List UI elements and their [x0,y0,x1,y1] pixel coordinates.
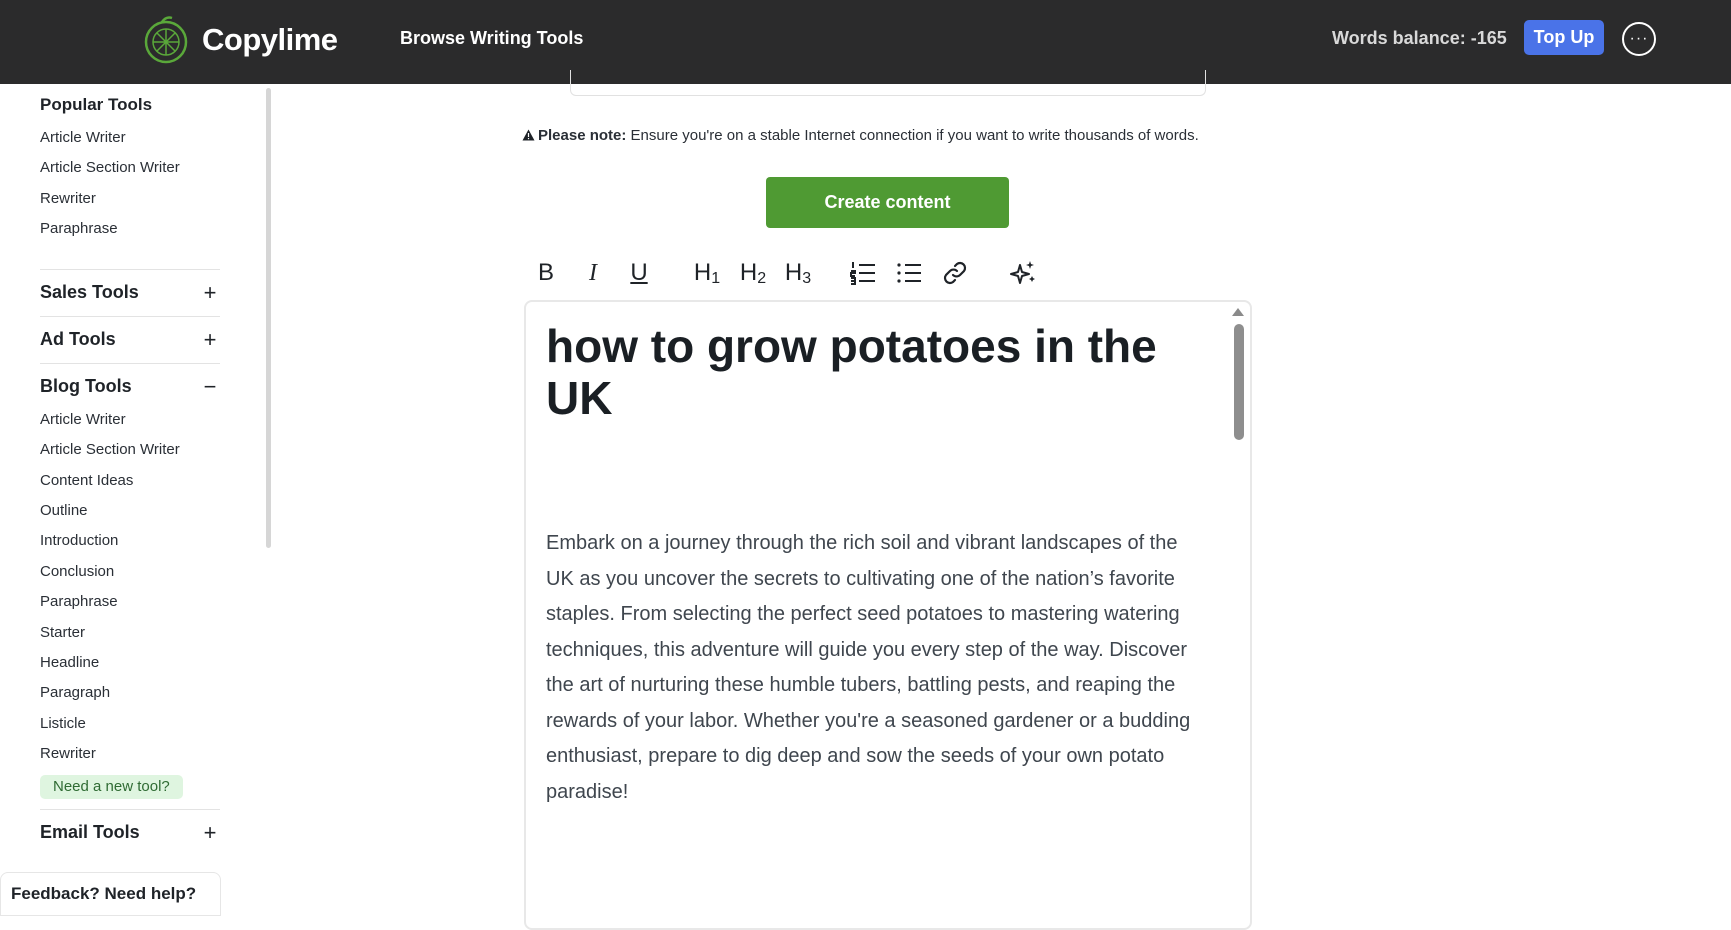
blog-item-starter[interactable]: Starter [40,624,85,641]
heading-2-icon: H2 [740,259,766,288]
feedback-help-button[interactable]: Feedback? Need help? [0,872,221,916]
blog-item-listicle[interactable]: Listicle [40,715,86,732]
italic-icon: I [589,259,597,286]
blog-item-headline[interactable]: Headline [40,654,99,671]
sidebar-item-article-section-writer[interactable]: Article Section Writer [40,159,180,176]
sidebar-scrollbar[interactable] [266,88,271,548]
ad-tools-section[interactable]: Ad Tools + [40,316,220,362]
create-content-button[interactable]: Create content [766,177,1009,228]
sales-tools-section[interactable]: Sales Tools + [40,269,220,315]
connection-note: Please note: Ensure you're on a stable I… [522,127,1199,144]
section-label: Sales Tools [40,282,139,302]
plus-icon: + [203,279,217,305]
top-up-button[interactable]: Top Up [1524,20,1604,55]
lime-logo-icon [142,14,194,66]
input-card-edge [570,70,1206,96]
content-editor[interactable]: how to grow potatoes in the UK Embark on… [524,300,1252,930]
blog-item-paragraph[interactable]: Paragraph [40,684,110,701]
italic-button[interactable]: I [582,255,604,291]
section-label: Blog Tools [40,376,132,396]
section-label: Ad Tools [40,329,116,349]
note-label: Please note: [538,127,627,144]
blog-tools-section[interactable]: Blog Tools − [40,363,220,409]
link-icon [942,260,968,286]
editor-scrollbar-thumb[interactable] [1234,324,1244,440]
blog-item-conclusion[interactable]: Conclusion [40,563,114,580]
bold-icon: B [537,259,554,286]
h-letter: H [784,258,803,286]
bullet-list-button[interactable] [895,255,923,291]
email-tools-section[interactable]: Email Tools + [40,809,220,855]
plus-icon: + [203,326,217,352]
sidebar-item-rewriter[interactable]: Rewriter [40,190,96,207]
ordered-list-icon [850,261,876,285]
warning-icon [522,129,535,141]
plus-icon: + [203,819,217,845]
blog-item-outline[interactable]: Outline [40,502,88,519]
h-level: 3 [802,269,812,287]
heading-1-icon: H1 [694,259,720,288]
scroll-up-arrow-icon[interactable] [1232,308,1244,316]
editor-heading[interactable]: how to grow potatoes in the UK [546,320,1186,424]
bold-button[interactable]: B [535,255,557,291]
minus-icon: − [203,373,217,399]
blog-item-article-writer[interactable]: Article Writer [40,411,126,428]
ordered-list-button[interactable] [849,255,877,291]
sparkle-icon [1009,259,1037,287]
heading-1-button[interactable]: H1 [690,255,724,291]
note-text: Ensure you're on a stable Internet conne… [626,127,1199,144]
words-balance: Words balance: -165 [1332,28,1507,48]
blog-item-rewriter[interactable]: Rewriter [40,745,96,762]
sidebar: Popular Tools Article Writer Article Sec… [0,84,271,916]
editor-paragraph[interactable]: Embark on a journey through the rich soi… [546,526,1206,810]
blog-item-introduction[interactable]: Introduction [40,532,118,549]
heading-3-button[interactable]: H3 [781,255,815,291]
more-options-icon[interactable]: ··· [1622,22,1656,56]
link-button[interactable] [941,255,969,291]
section-label: Email Tools [40,822,140,842]
sidebar-item-paraphrase[interactable]: Paraphrase [40,220,118,237]
blog-item-content-ideas[interactable]: Content Ideas [40,472,133,489]
popular-tools-title: Popular Tools [40,95,153,114]
need-new-tool-button[interactable]: Need a new tool? [40,775,183,799]
blog-item-article-section-writer[interactable]: Article Section Writer [40,441,180,458]
blog-item-paraphrase[interactable]: Paraphrase [40,593,118,610]
underline-button[interactable]: U [626,255,652,291]
heading-3-icon: H3 [785,259,811,288]
bullet-list-icon [896,261,922,285]
h-level: 2 [757,269,767,287]
h-letter: H [693,258,712,286]
browse-writing-tools-link[interactable]: Browse Writing Tools [400,28,583,49]
brand-logo[interactable]: Copylime [142,14,338,66]
h-letter: H [739,258,758,286]
heading-2-button[interactable]: H2 [736,255,770,291]
brand-name: Copylime [202,22,338,57]
ai-sparkle-button[interactable] [1008,255,1038,291]
sidebar-item-article-writer[interactable]: Article Writer [40,129,126,146]
underline-icon: U [630,259,648,286]
h-level: 1 [711,269,721,287]
